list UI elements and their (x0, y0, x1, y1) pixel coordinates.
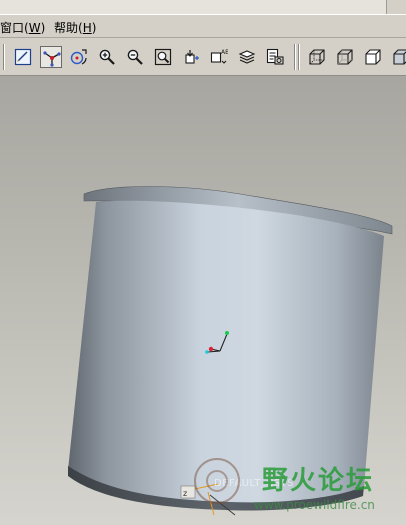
svg-text:z: z (183, 489, 187, 498)
model-canvas: z (68, 186, 393, 516)
zoom-in-button[interactable] (96, 46, 118, 68)
layers-button[interactable] (236, 46, 258, 68)
menu-window-accel: W (28, 21, 41, 35)
menu-help[interactable]: 帮助(H) (54, 19, 96, 36)
reorient-icon (185, 50, 199, 64)
graphics-viewport[interactable]: z DEFAULT_CSYS 野火论坛 www.proewildfire.cn (0, 76, 406, 525)
title-strip-edge (0, 0, 387, 14)
spin-center-button[interactable] (40, 46, 62, 68)
refit-icon (154, 48, 172, 66)
watermark-url: www.proewildfire.cn (254, 498, 375, 512)
view-manager-icon (266, 48, 284, 65)
title-strip (0, 0, 406, 14)
spin-center-icon (43, 51, 61, 67)
zoom-out-button[interactable] (124, 46, 146, 68)
cup-body (68, 200, 384, 505)
toolbar-separator (298, 44, 300, 70)
redraw-button[interactable] (12, 46, 34, 68)
shading-button[interactable] (390, 46, 406, 68)
menu-window[interactable]: 窗口(W) (0, 19, 45, 36)
menu-bar: 窗口(W) 帮助(H) (0, 14, 406, 38)
orient-mode-icon (70, 49, 87, 65)
refit-button[interactable] (152, 46, 174, 68)
no-hidden-icon (365, 49, 381, 65)
saved-views-icon: AB (210, 49, 228, 64)
saved-views-button[interactable]: AB (208, 46, 230, 68)
layers-icon (238, 50, 256, 64)
toolbar-separator (3, 44, 5, 70)
orient-mode-button[interactable] (68, 46, 90, 68)
menu-help-label: 帮助( (54, 21, 83, 35)
zoom-in-icon (99, 49, 115, 65)
no-hidden-button[interactable] (362, 46, 384, 68)
menu-window-close: ) (40, 21, 46, 35)
redraw-icon (14, 48, 32, 66)
watermark-logo (194, 458, 240, 504)
hidden-line-button[interactable] (334, 46, 356, 68)
svg-text:AB: AB (221, 49, 228, 56)
watermark-title: 野火论坛 (262, 466, 375, 496)
shading-icon (393, 49, 406, 65)
menu-window-label: 窗口( (0, 21, 29, 35)
menu-help-accel: H (82, 21, 92, 35)
view-toolbar: AB (0, 38, 406, 76)
menu-help-close: ) (91, 21, 97, 35)
view-manager-button[interactable] (264, 46, 286, 68)
wireframe-icon (309, 49, 325, 65)
hidden-line-icon (337, 49, 353, 65)
toolbar-separator (294, 44, 296, 70)
zoom-out-icon (127, 49, 143, 65)
reorient-button[interactable] (180, 46, 202, 68)
wireframe-button[interactable] (306, 46, 328, 68)
